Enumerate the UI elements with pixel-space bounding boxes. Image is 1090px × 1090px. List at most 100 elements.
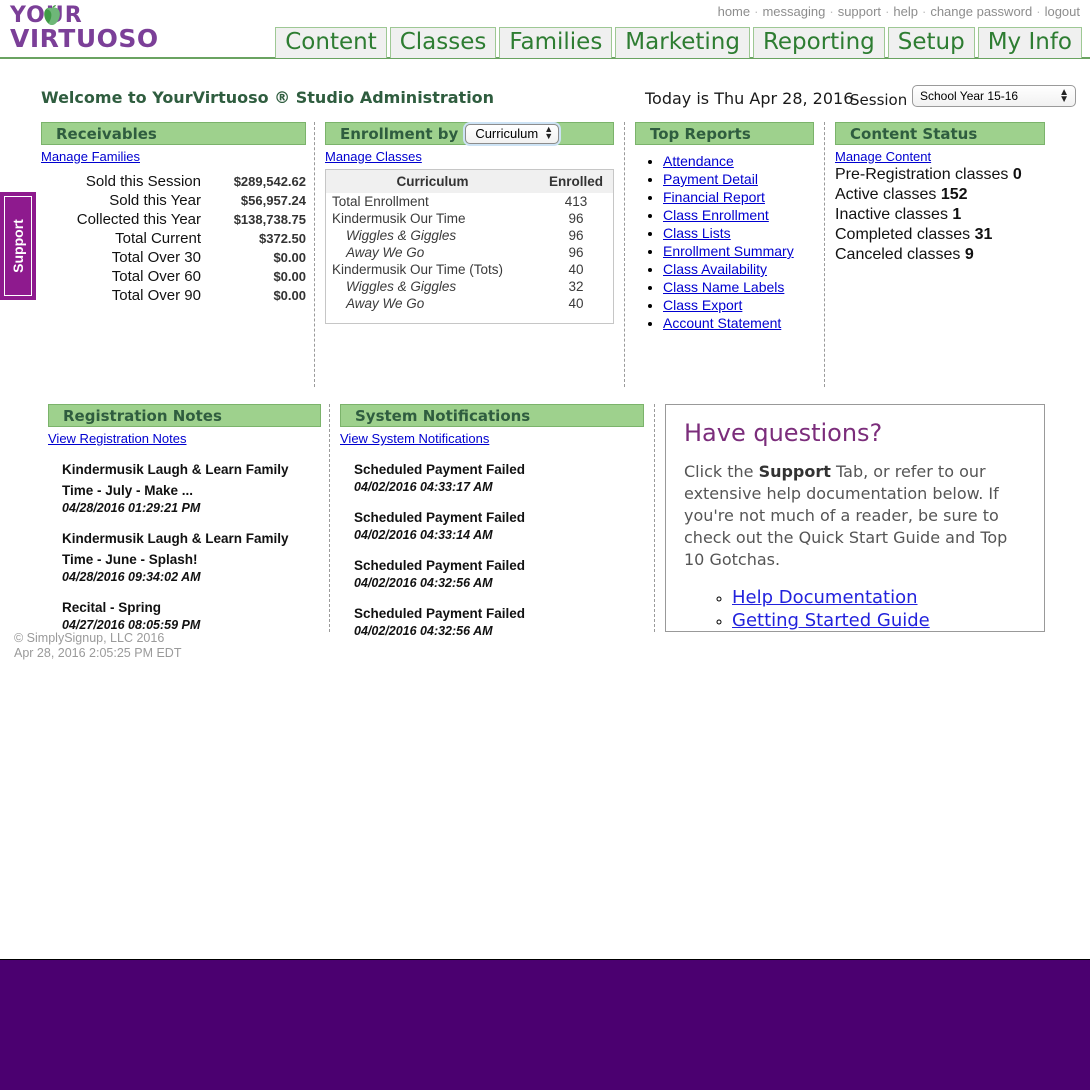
top-reports-heading: Top Reports xyxy=(635,122,814,145)
content-status-label: Canceled classes xyxy=(835,246,961,263)
report-link-class-lists[interactable]: Class Lists xyxy=(663,225,731,241)
panel-content-status: Content Status Manage Content Pre-Regist… xyxy=(825,122,1055,387)
enrollment-col-enrolled: Enrolled xyxy=(539,170,613,193)
receivables-label: Collected this Year xyxy=(76,211,201,228)
nav-tab-reporting[interactable]: Reporting xyxy=(752,26,885,58)
report-link-attendance[interactable]: Attendance xyxy=(663,153,734,169)
list-item: Financial Report xyxy=(663,189,814,205)
nav-tab-families[interactable]: Families xyxy=(499,26,613,58)
report-link-class-name-labels[interactable]: Class Name Labels xyxy=(663,279,784,295)
view-registration-notes-link[interactable]: View Registration Notes xyxy=(48,431,321,446)
receivables-label: Total Current xyxy=(115,230,201,247)
receivables-label: Total Over 60 xyxy=(111,268,201,285)
list-item: Payment Detail xyxy=(663,171,814,187)
help-link-getting-started[interactable]: Getting Started Guide xyxy=(732,610,930,631)
registration-notes-heading: Registration Notes xyxy=(48,404,321,427)
panel-top-reports: Top Reports Attendance Payment Detail Fi… xyxy=(625,122,825,387)
utility-link-help[interactable]: help xyxy=(893,4,918,19)
session-select-value: School Year 15-16 xyxy=(920,89,1019,103)
content-status-value: 152 xyxy=(940,186,968,203)
enrollment-row-name: Kindermusik Our Time (Tots) xyxy=(332,262,504,277)
help-heading: Have questions? xyxy=(684,419,883,447)
utility-link-messaging[interactable]: messaging xyxy=(762,4,825,19)
note-date: 04/27/2016 08:05:59 PM xyxy=(62,618,201,632)
utility-nav: home · messaging · support · help · change passw… xyxy=(718,4,1080,19)
brand-logo[interactable]: YOUR VIRTUOSO xyxy=(10,2,180,53)
utility-link-support[interactable]: support xyxy=(838,4,881,19)
enrollment-row-name: Total Enrollment xyxy=(332,194,429,209)
receivables-value: $0.00 xyxy=(273,269,306,284)
report-link-class-enrollment[interactable]: Class Enrollment xyxy=(663,207,769,223)
help-link-documentation[interactable]: Help Documentation xyxy=(732,587,918,608)
notification-title: Scheduled Payment Failed xyxy=(354,606,526,621)
utility-link-logout[interactable]: logout xyxy=(1045,4,1080,19)
nav-tab-my-info[interactable]: My Info xyxy=(977,26,1082,58)
notification-date: 04/02/2016 04:32:56 AM xyxy=(354,576,493,590)
content-status-row-inactive: Inactive classes 1 xyxy=(835,205,1045,224)
session-select[interactable]: School Year 15-16 ▲ ▼ xyxy=(912,85,1076,107)
enrollment-heading: Enrollment by xyxy=(340,124,459,143)
note-title: Kindermusik Laugh & Learn Family Time - … xyxy=(62,531,289,567)
today-date: Today is Thu Apr 28, 2016 xyxy=(645,89,854,108)
notification-title: Scheduled Payment Failed xyxy=(354,510,526,525)
receivables-value: $56,957.24 xyxy=(240,193,306,208)
help-body: Click the Support Tab, or refer to our e… xyxy=(684,461,1026,571)
receivables-heading: Receivables xyxy=(41,122,306,145)
list-item: Help Documentation xyxy=(732,587,1026,608)
nav-tab-classes[interactable]: Classes xyxy=(389,26,497,58)
welcome-bar: Welcome to YourVirtuoso ® Studio Adminis… xyxy=(0,85,1090,115)
content-status-value: 9 xyxy=(964,246,974,263)
receivables-label: Total Over 90 xyxy=(111,287,201,304)
utility-sep: · xyxy=(921,4,927,19)
help-box: Have questions? Click the Support Tab, o… xyxy=(665,404,1045,632)
notification-date: 04/02/2016 04:33:17 AM xyxy=(354,480,493,494)
enrollment-table-scroll[interactable]: Curriculum Enrolled Total Enrollment 413… xyxy=(325,169,614,324)
nav-tab-setup[interactable]: Setup xyxy=(887,26,975,58)
table-header-row: Curriculum Enrolled xyxy=(326,170,613,193)
report-link-enrollment-summary[interactable]: Enrollment Summary xyxy=(663,243,794,259)
receivables-label: Sold this Year xyxy=(109,192,201,209)
enrollment-row-name: Wiggles & Giggles xyxy=(346,279,457,294)
system-notifications-heading: System Notifications xyxy=(340,404,644,427)
utility-link-home[interactable]: home xyxy=(718,4,751,19)
manage-families-link[interactable]: Manage Families xyxy=(41,149,306,164)
note-title: Recital - Spring xyxy=(62,600,162,615)
report-link-account-statement[interactable]: Account Statement xyxy=(663,315,781,331)
enrollment-row-name: Away We Go xyxy=(346,296,425,311)
table-row: Away We Go 96 xyxy=(326,244,613,261)
site-header: YOUR VIRTUOSO home·messaging·support·hel… xyxy=(0,0,1090,59)
enrollment-groupby-select[interactable]: Curriculum ▲ ▼ xyxy=(465,123,560,144)
content-status-label: Completed classes xyxy=(835,226,971,243)
footer-copyright: © SimplySignup, LLC 2016 xyxy=(14,631,165,645)
note-date: 04/28/2016 09:34:02 AM xyxy=(62,570,201,584)
report-link-class-availability[interactable]: Class Availability xyxy=(663,261,767,277)
utility-sep: · xyxy=(754,4,759,19)
manage-content-link[interactable]: Manage Content xyxy=(835,149,1045,164)
enrollment-row-name: Away We Go xyxy=(346,245,425,260)
nav-tab-content[interactable]: Content xyxy=(275,26,387,58)
panel-system-notifications: System Notifications View System Notific… xyxy=(330,404,655,638)
enrollment-row-value: 40 xyxy=(568,262,584,277)
receivables-value: $0.00 xyxy=(273,250,306,265)
content-status-label: Pre-Registration classes xyxy=(835,166,1009,183)
content-status-value: 0 xyxy=(1012,166,1022,183)
nav-tab-marketing[interactable]: Marketing xyxy=(615,26,750,58)
list-item: Class Availability xyxy=(663,261,814,277)
table-row: Total Over 30 $0.00 xyxy=(41,248,306,267)
table-row: Wiggles & Giggles 96 xyxy=(326,227,613,244)
report-link-financial-report[interactable]: Financial Report xyxy=(663,189,765,205)
receivables-label: Sold this Session xyxy=(85,173,201,190)
updown-arrows-icon: ▲ ▼ xyxy=(544,123,554,141)
table-row: Total Over 60 $0.00 xyxy=(41,267,306,286)
content-status-label: Inactive classes xyxy=(835,206,948,223)
report-link-payment-detail[interactable]: Payment Detail xyxy=(663,171,758,187)
manage-classes-link[interactable]: Manage Classes xyxy=(325,149,614,164)
utility-link-change-password[interactable]: change password xyxy=(930,4,1032,19)
table-row: Collected this Year $138,738.75 xyxy=(41,210,306,229)
table-row: Total Enrollment 413 xyxy=(326,193,613,210)
view-system-notifications-link[interactable]: View System Notifications xyxy=(340,431,644,446)
report-link-class-export[interactable]: Class Export xyxy=(663,297,742,313)
page-title: Welcome to YourVirtuoso ® Studio Adminis… xyxy=(41,88,495,107)
list-item: Kindermusik Laugh & Learn Family Time - … xyxy=(62,446,321,515)
table-row: Kindermusik Our Time 96 xyxy=(326,210,613,227)
